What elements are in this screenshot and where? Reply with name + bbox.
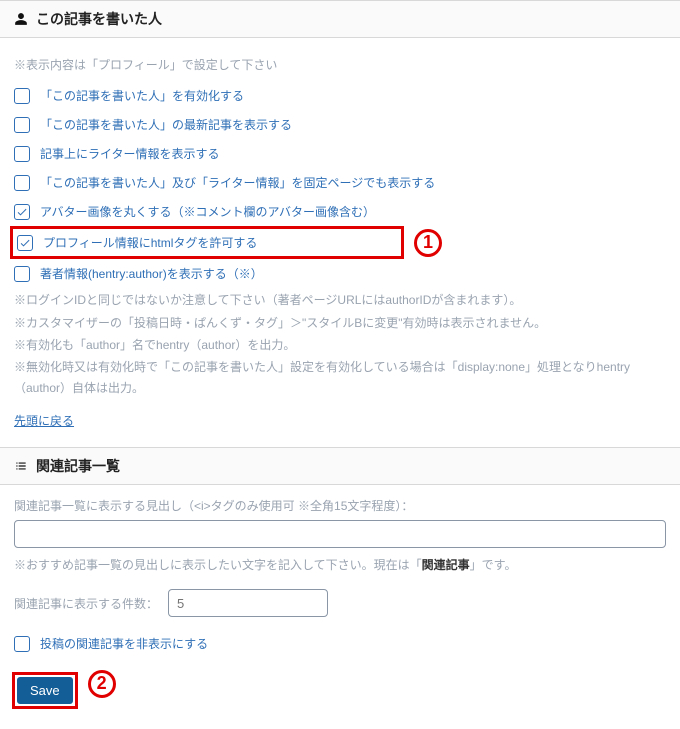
heading-help: ※おすすめ記事一覧の見出しに表示したい文字を記入して下さい。現在は「関連記事」で… [14, 556, 666, 575]
checkbox-icon [17, 235, 33, 251]
checkbox-label: 投稿の関連記事を非表示にする [40, 635, 208, 652]
footnote: ※有効化も「author」名でhentry（author）を出力。 [14, 335, 666, 355]
callout-number-1: 1 [414, 229, 442, 257]
heading-help-strong: 関連記事 [422, 558, 470, 572]
checkbox-allow-html[interactable]: プロフィール情報にhtmlタグを許可する [17, 231, 397, 254]
checkbox-label: 「この記事を書いた人」及び「ライター情報」を固定ページでも表示する [40, 174, 435, 191]
related-count-input[interactable] [168, 589, 328, 617]
back-to-top-link[interactable]: 先頭に戻る [14, 414, 74, 428]
section-title: 関連記事一覧 [36, 456, 120, 476]
checkbox-label: 著者情報(hentry:author)を表示する（※） [40, 265, 263, 282]
checkbox-round-avatar[interactable]: アバター画像を丸くする（※コメント欄のアバター画像含む） [14, 197, 666, 226]
checkbox-icon [14, 146, 30, 162]
highlight-box: Save [12, 672, 78, 709]
section-header-author: この記事を書いた人 [0, 0, 680, 38]
checkbox-latest-posts[interactable]: 「この記事を書いた人」の最新記事を表示する [14, 110, 666, 139]
checkbox-label: プロフィール情報にhtmlタグを許可する [43, 234, 257, 251]
checkbox-label: 記事上にライター情報を表示する [40, 145, 220, 162]
footnote: ※無効化時又は有効化時で「この記事を書いた人」設定を有効化している場合は「dis… [14, 357, 666, 398]
checkbox-show-on-pages[interactable]: 「この記事を書いた人」及び「ライター情報」を固定ページでも表示する [14, 168, 666, 197]
heading-field-label: 関連記事一覧に表示する見出し（<i>タグのみ使用可 ※全角15文字程度）： [14, 497, 666, 514]
checkbox-icon [14, 636, 30, 652]
checkbox-label: 「この記事を書いた人」の最新記事を表示する [40, 116, 292, 133]
checkbox-label: アバター画像を丸くする（※コメント欄のアバター画像含む） [40, 203, 375, 220]
checkbox-enable-author[interactable]: 「この記事を書いた人」を有効化する [14, 81, 666, 110]
section-title: この記事を書いた人 [36, 9, 162, 29]
checkbox-hentry-author[interactable]: 著者情報(hentry:author)を表示する（※） [14, 259, 666, 288]
heading-help-suffix: 」です。 [470, 558, 517, 572]
checkbox-icon [14, 266, 30, 282]
footnote: ※カスタマイザーの「投稿日時・ぱんくず・タグ」＞"スタイルBに変更"有効時は表示… [14, 313, 666, 333]
checkbox-icon [14, 204, 30, 220]
highlight-box: プロフィール情報にhtmlタグを許可する [10, 226, 404, 259]
checkbox-icon [14, 88, 30, 104]
checkbox-hide-related[interactable]: 投稿の関連記事を非表示にする [14, 629, 666, 658]
count-label: 関連記事に表示する件数： [14, 595, 158, 612]
callout-number-2: 2 [88, 670, 116, 698]
heading-help-prefix: ※おすすめ記事一覧の見出しに表示したい文字を記入して下さい。現在は「 [14, 558, 422, 572]
save-button[interactable]: Save [17, 677, 73, 704]
checkbox-icon [14, 175, 30, 191]
section-header-related: 関連記事一覧 [0, 447, 680, 485]
person-icon [14, 12, 28, 26]
checkbox-icon [14, 117, 30, 133]
footnote: ※ログインIDと同じではないか注意して下さい（著者ページURLにはauthorI… [14, 290, 666, 310]
intro-note: ※表示内容は「プロフィール」で設定して下さい [14, 56, 666, 75]
related-heading-input[interactable] [14, 520, 666, 548]
list-icon [14, 459, 28, 473]
checkbox-writer-info-top[interactable]: 記事上にライター情報を表示する [14, 139, 666, 168]
checkbox-label: 「この記事を書いた人」を有効化する [40, 87, 244, 104]
